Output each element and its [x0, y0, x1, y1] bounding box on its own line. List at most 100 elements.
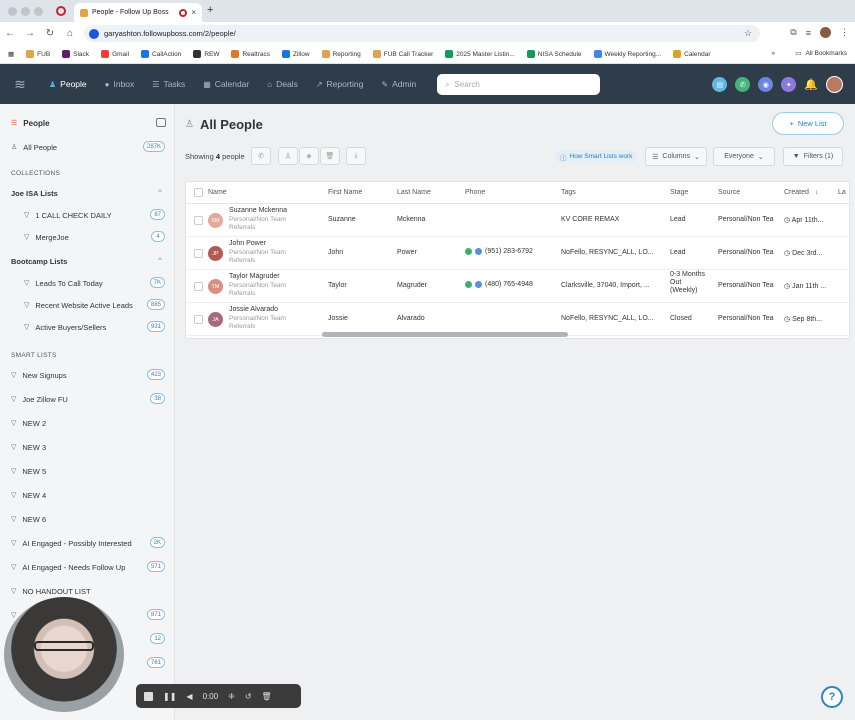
chevron-up-icon[interactable]: ⌃	[157, 257, 163, 265]
window-minimize-button[interactable]	[21, 7, 30, 16]
bookmark-item[interactable]: CallAction	[141, 50, 181, 58]
nav-item-tasks[interactable]: ☰ Tasks	[143, 64, 194, 104]
bookmark-item[interactable]: Slack	[62, 50, 89, 58]
nav-item-reporting[interactable]: ↗ Reporting	[307, 64, 373, 104]
help-button[interactable]: ?	[821, 686, 843, 708]
call-icon[interactable]	[465, 281, 472, 288]
how-smart-lists-work-link[interactable]: ⓘ How Smart Lists work	[555, 150, 638, 163]
smart-list-item[interactable]: ▽ Joe Zillow FU 38	[0, 389, 174, 409]
menu-dots-icon[interactable]: ⋮	[840, 27, 849, 38]
columns-button[interactable]: ☰ Columns ⌄	[645, 147, 707, 166]
tag-action-button[interactable]: ◈	[299, 147, 319, 165]
everyone-dropdown[interactable]: Everyone ⌄	[713, 147, 775, 166]
sidebar-list-item[interactable]: ▽ 1 CALL CHECK DAILY 87	[0, 205, 174, 225]
row-checkbox[interactable]	[194, 282, 203, 291]
discard-icon[interactable]: 🗑	[262, 692, 272, 701]
sidebar-list-item[interactable]: ▽ Active Buyers/Sellers 931	[0, 317, 174, 337]
user-avatar[interactable]	[826, 76, 843, 93]
collapse-sidebar-icon[interactable]	[156, 118, 166, 127]
smart-list-item[interactable]: ▽ NEW 6	[0, 509, 174, 529]
all-bookmarks-button[interactable]: ▭ All Bookmarks	[795, 49, 847, 58]
dialer-icon[interactable]: ▤	[712, 77, 728, 92]
chat-icon[interactable]: ◉	[758, 77, 774, 92]
smart-list-item[interactable]: ▽ NEW 2	[0, 413, 174, 433]
bookmark-item[interactable]: FUB Call Tracker	[372, 50, 433, 58]
nav-item-calendar[interactable]: ▦ Calendar	[194, 64, 258, 104]
mute-icon[interactable]: ◀	[186, 692, 192, 701]
person-name-link[interactable]: Jossie Alvarado	[229, 306, 278, 313]
row-checkbox[interactable]	[194, 216, 203, 225]
bookmark-item[interactable]: Reporting	[321, 50, 361, 58]
column-header[interactable]: Name	[208, 189, 227, 196]
cell-phone[interactable]: (951) 283-6792	[465, 248, 533, 255]
person-name-link[interactable]: Taylor Magruder	[229, 273, 280, 280]
column-header[interactable]: La	[838, 189, 846, 196]
grid-icon[interactable]: ⁜	[228, 692, 235, 701]
bookmark-item[interactable]: Zillow	[281, 50, 310, 58]
table-row[interactable]: SM Suzanne Mckenna Personal/Non Team Refer…	[186, 204, 849, 237]
restart-icon[interactable]: ↺	[245, 692, 252, 701]
row-checkbox[interactable]	[194, 249, 203, 258]
more-bookmarks-button[interactable]: »	[771, 50, 775, 57]
sidebar-item-all-people[interactable]: ♙ All People 287K	[0, 137, 174, 157]
horizontal-scrollbar[interactable]	[322, 332, 568, 337]
smart-list-item[interactable]: ▽ NEW 4	[0, 485, 174, 505]
nav-item-deals[interactable]: ⌂ Deals	[258, 64, 307, 104]
sidebar-list-item[interactable]: ▽ Recent Website Active Leads 885	[0, 295, 174, 315]
text-message-icon[interactable]	[475, 281, 482, 288]
sidebar-list-item[interactable]: ▽ MergeJoe 4	[0, 227, 174, 247]
column-header[interactable]: Tags	[561, 189, 576, 196]
sidebar-list-item[interactable]: ▽ Leads To Call Today 7K	[0, 273, 174, 293]
bookmark-item[interactable]: Gmail	[101, 50, 129, 58]
column-header[interactable]: First Name	[328, 189, 362, 196]
call-action-button[interactable]: ✆	[251, 147, 271, 165]
forward-icon[interactable]: →	[20, 28, 40, 39]
window-zoom-button[interactable]	[34, 7, 43, 16]
browser-tab[interactable]: People - Follow Up Boss ×	[74, 3, 202, 22]
pause-icon[interactable]: ❚❚	[163, 692, 176, 701]
notifications-bell-icon[interactable]: 🔔	[804, 78, 818, 91]
person-name-link[interactable]: Suzanne Mckenna	[229, 207, 287, 214]
media-icon[interactable]: ≡	[806, 28, 811, 38]
column-header[interactable]: Created	[784, 189, 809, 196]
table-row[interactable]: TM Taylor Magruder Personal/Non Team Refer…	[186, 270, 849, 303]
bookmark-item[interactable]: Calendar	[673, 50, 711, 58]
call-icon[interactable]	[465, 248, 472, 255]
bookmark-item[interactable]: FUB	[26, 50, 50, 58]
bookmark-star-icon[interactable]: ☆	[744, 28, 752, 39]
new-tab-button[interactable]: +	[207, 4, 213, 16]
smart-list-item[interactable]: ▽ NEW 3	[0, 437, 174, 457]
nav-item-admin[interactable]: ✎ Admin	[372, 64, 425, 104]
home-icon[interactable]: ⌂	[60, 28, 80, 39]
smart-list-item[interactable]: ▽ NO HANDOUT LIST	[0, 581, 174, 601]
fub-logo-icon[interactable]: ≋	[0, 76, 40, 93]
stop-recording-icon[interactable]	[144, 691, 153, 701]
smart-list-item[interactable]: ▽ AI Engaged - Possibly Interested 2K	[0, 533, 174, 553]
extensions-icon[interactable]: ⧉	[790, 27, 796, 38]
apps-grid-icon[interactable]: ▦	[8, 50, 14, 58]
search-box[interactable]: ⌕ Search	[437, 74, 600, 95]
bookmark-item[interactable]: 2025 Master Listin...	[445, 50, 515, 58]
select-all-checkbox[interactable]	[194, 188, 203, 197]
chevron-up-icon[interactable]: ⌃	[157, 189, 163, 197]
cell-phone[interactable]: (480) 765-4948	[465, 281, 533, 288]
back-icon[interactable]: ←	[0, 28, 20, 39]
collection-group[interactable]: Joe ISA Lists ⌃	[0, 183, 174, 203]
window-close-button[interactable]	[8, 7, 17, 16]
profile-avatar[interactable]	[820, 27, 831, 38]
delete-action-button[interactable]: 🗑	[320, 147, 340, 165]
collection-group[interactable]: Bootcamp Lists ⌃	[0, 251, 174, 271]
reload-icon[interactable]: ↻	[40, 28, 60, 39]
table-row[interactable]: JP John Power Personal/Non Team Referrals J…	[186, 237, 849, 270]
row-checkbox[interactable]	[194, 315, 203, 324]
person-name-link[interactable]: John Power	[229, 240, 266, 247]
new-list-button[interactable]: + New List	[772, 112, 844, 135]
smart-list-item[interactable]: ▽ New Signups 423	[0, 365, 174, 385]
bookmark-item[interactable]: NISA Schedule	[526, 50, 582, 58]
tab-close-icon[interactable]: ×	[191, 8, 196, 17]
column-header[interactable]: Source	[718, 189, 740, 196]
ai-assistant-icon[interactable]: ✦	[781, 77, 797, 92]
export-action-button[interactable]: ⤓	[346, 147, 366, 165]
smart-list-item[interactable]: ▽ AI Engaged - Needs Follow Up 571	[0, 557, 174, 577]
address-bar[interactable]: garyashton.followupboss.com/2/people/ ☆	[84, 25, 760, 42]
